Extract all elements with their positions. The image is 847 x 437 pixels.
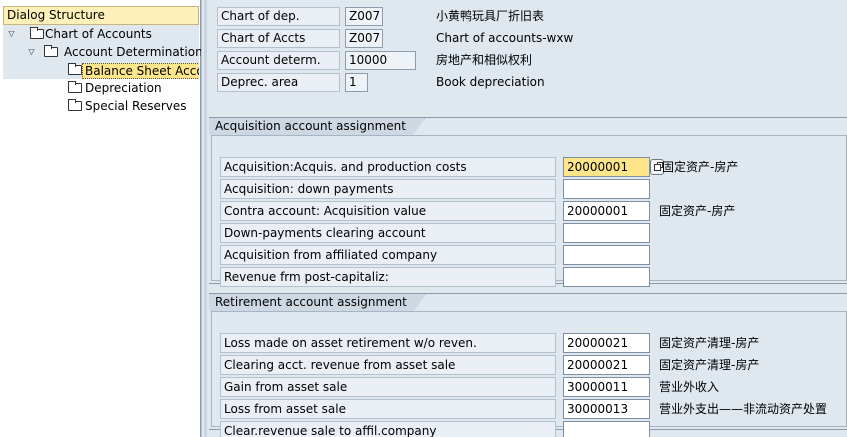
acquisition-group-frame: Acquisition:Acquis. and production costs… — [211, 135, 847, 287]
loss-asset-sale-label: Loss from asset sale — [220, 399, 556, 419]
folder-open-icon — [30, 27, 44, 39]
folder-icon — [68, 63, 82, 75]
gain-asset-sale-label: Gain from asset sale — [220, 377, 556, 397]
loss-asset-sale-field[interactable]: 30000013 — [563, 399, 650, 419]
acq-down-payments-field[interactable] — [563, 179, 650, 199]
acquisition-group-title: Acquisition account assignment — [209, 118, 425, 135]
loss-retirement-field[interactable]: 20000021 — [563, 333, 650, 353]
folder-icon — [68, 81, 82, 93]
contra-acq-value-field[interactable]: 20000001 — [563, 201, 650, 221]
loss-asset-sale-description: 营业外支出——非流动资产处置 — [659, 402, 828, 416]
dialog-structure-title: Dialog Structure — [3, 6, 199, 25]
acq-down-payments-label: Acquisition: down payments — [220, 179, 556, 199]
gain-asset-sale-description: 营业外收入 — [659, 380, 720, 394]
tree-node-chart-of-accounts[interactable]: ▽ Chart of Accounts — [6, 25, 196, 43]
acq-costs-field[interactable]: 20000001 — [563, 157, 650, 177]
gain-asset-sale-field[interactable]: 30000011 — [563, 377, 650, 397]
clearing-revenue-description: 固定资产清理-房产 — [659, 358, 760, 372]
revenue-post-capitaliz-label: Revenue frm post-capitaliz: — [220, 267, 556, 287]
acq-affiliated-field[interactable] — [563, 245, 650, 265]
deprec-area-field[interactable]: 1 — [345, 73, 368, 92]
tree-node-depreciation[interactable]: Depreciation — [68, 79, 199, 97]
tree-node-account-determination[interactable]: ▽ Account Determination — [26, 43, 203, 61]
panel-splitter[interactable] — [201, 0, 207, 437]
revenue-post-capitaliz-field[interactable] — [563, 267, 650, 287]
folder-icon — [68, 99, 82, 111]
chart-of-accts-description: Chart of accounts-wxw — [436, 31, 574, 45]
expand-arrow-icon[interactable]: ▽ — [26, 47, 37, 57]
folder-open-icon — [44, 45, 58, 57]
splitter-bar[interactable] — [204, 0, 207, 437]
account-determ-label: Account determ. — [217, 51, 340, 70]
acquisition-group: Acquisition account assignment Acquisiti… — [209, 117, 847, 287]
account-determ-field[interactable]: 10000 — [345, 51, 416, 70]
deprec-area-label: Deprec. area — [217, 73, 340, 92]
account-determ-description: 房地产和相似权利 — [436, 53, 533, 67]
chart-of-accts-label: Chart of Accts — [217, 29, 340, 48]
retirement-group-frame: Loss made on asset retirement w/o reven.… — [211, 311, 847, 437]
contra-acq-value-label: Contra account: Acquisition value — [220, 201, 556, 221]
acq-costs-label: Acquisition:Acquis. and production costs — [220, 157, 556, 177]
tree-node-label-selected: Balance Sheet Accou — [82, 63, 199, 79]
tree-node-special-reserves[interactable]: Special Reserves — [68, 97, 199, 115]
clearing-revenue-field[interactable]: 20000021 — [563, 355, 650, 375]
tree-node-label: Chart of Accounts — [45, 27, 152, 41]
contra-acq-value-description: 固定资产-房产 — [659, 204, 736, 218]
retirement-group-title: Retirement account assignment — [209, 294, 426, 311]
expand-arrow-icon[interactable]: ▽ — [6, 29, 17, 39]
dialog-structure-panel: Dialog Structure ▽ Chart of Accounts ▽ A… — [0, 0, 203, 437]
clearing-revenue-label: Clearing acct. revenue from asset sale — [220, 355, 556, 375]
clear-revenue-affil-label: Clear.revenue sale to affil.company — [220, 421, 556, 437]
loss-retirement-label: Loss made on asset retirement w/o reven. — [220, 333, 556, 353]
acq-costs-description: 固定资产-房产 — [662, 160, 739, 174]
down-payments-clearing-label: Down-payments clearing account — [220, 223, 556, 243]
deprec-area-description: Book depreciation — [436, 75, 545, 89]
chart-of-dep-description: 小黄鸭玩具厂折旧表 — [436, 9, 545, 23]
down-payments-clearing-field[interactable] — [563, 223, 650, 243]
tree-node-label: Depreciation — [85, 81, 162, 95]
tree-node-label: Account Determination — [64, 45, 203, 59]
acq-affiliated-label: Acquisition from affiliated company — [220, 245, 556, 265]
chart-of-dep-field[interactable]: Z007 — [345, 7, 383, 26]
clear-revenue-affil-field[interactable] — [563, 421, 650, 437]
tree-node-label: Special Reserves — [85, 99, 187, 113]
chart-of-accts-field[interactable]: Z007 — [345, 29, 383, 48]
retirement-group: Retirement account assignment Loss made … — [209, 293, 847, 437]
chart-of-dep-label: Chart of dep. — [217, 7, 340, 26]
loss-retirement-description: 固定资产清理-房产 — [659, 336, 760, 350]
tree-node-balance-sheet-accounts[interactable]: Balance Sheet Accou — [68, 61, 199, 79]
